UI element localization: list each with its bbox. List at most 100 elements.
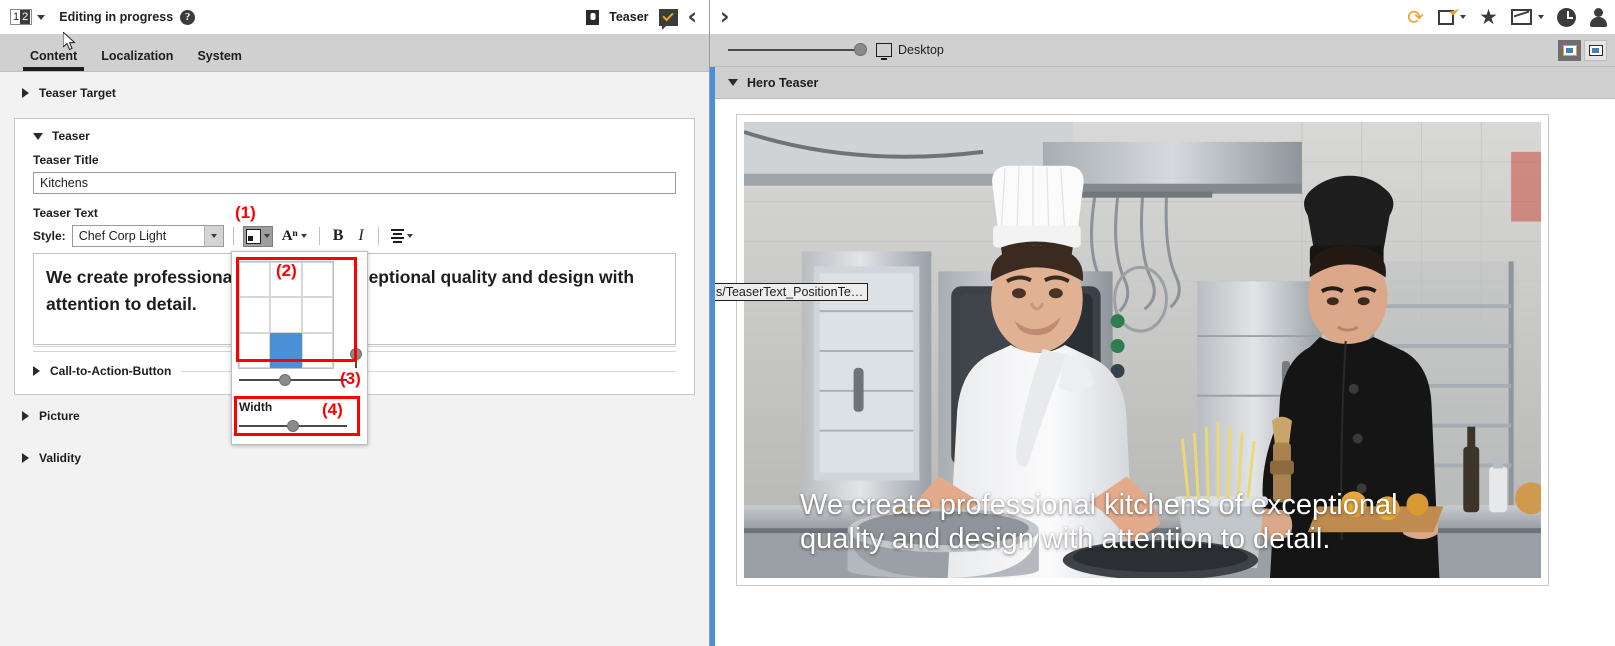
- teaser-preview-frame: We create professional kitchens of excep…: [715, 114, 1549, 586]
- horizontal-offset-slider[interactable]: [239, 374, 347, 386]
- field-path-tooltip: s/TeaserText_PositionTe…: [715, 283, 869, 301]
- style-select-value: Chef Corp Light: [78, 229, 167, 243]
- version-current: 1: [13, 11, 20, 23]
- chevron-down-icon[interactable]: [1460, 15, 1467, 19]
- position-cell-middle-center[interactable]: [270, 297, 302, 333]
- full-view-icon: [1588, 44, 1603, 56]
- tab-bar: Content Localization System: [0, 34, 709, 72]
- slider-handle[interactable]: [287, 420, 299, 432]
- font-size-button[interactable]: Aⁿ: [279, 227, 310, 245]
- toolbar-divider: [377, 227, 379, 245]
- form-pane: 12 Editing in progress ? Teaser ‹ Conten…: [0, 0, 710, 646]
- version-number-box: 12: [10, 9, 33, 25]
- position-cell-top-center[interactable]: [270, 262, 302, 298]
- form-header-actions: Teaser ‹: [586, 5, 699, 30]
- hero-overlay-text: We create professional kitchens of excep…: [800, 489, 1398, 555]
- bold-button[interactable]: B: [329, 227, 348, 245]
- width-label: Width: [239, 400, 273, 414]
- section-teaser-target-label: Teaser Target: [39, 86, 116, 100]
- style-select[interactable]: Chef Corp Light: [71, 225, 224, 247]
- chevron-right-icon: [22, 453, 29, 463]
- section-validity-label: Validity: [39, 451, 82, 465]
- bookmark-star-icon[interactable]: ★: [1479, 7, 1498, 28]
- teaser-text-label: Teaser Text: [33, 206, 98, 220]
- vertical-offset-slider[interactable]: [350, 262, 362, 368]
- help-icon[interactable]: ?: [180, 9, 196, 25]
- media-icon[interactable]: [1511, 9, 1532, 25]
- italic-button[interactable]: I: [353, 227, 368, 245]
- slider-handle[interactable]: [854, 43, 867, 56]
- full-view-button[interactable]: [1584, 39, 1607, 61]
- preview-section-hero-teaser[interactable]: Hero Teaser: [715, 67, 1615, 99]
- tab-content[interactable]: Content: [18, 49, 89, 71]
- position-cell-bottom-center[interactable]: [270, 332, 302, 368]
- view-mode-buttons: [1558, 39, 1607, 61]
- tab-localization[interactable]: Localization: [89, 49, 185, 71]
- application-window: 12 Editing in progress ? Teaser ‹ Conten…: [0, 0, 1615, 646]
- position-cell-bottom-left[interactable]: [239, 332, 271, 368]
- width-slider[interactable]: [239, 420, 347, 432]
- section-cta-label: Call-to-Action-Button: [50, 364, 172, 378]
- chevron-down-icon: [263, 234, 270, 238]
- chevron-down-icon[interactable]: [1538, 15, 1544, 19]
- chevron-down-icon: [300, 234, 307, 238]
- section-teaser-target[interactable]: Teaser Target: [0, 72, 709, 114]
- chevron-down-icon[interactable]: [203, 226, 223, 246]
- teaser-title-label: Teaser Title: [33, 153, 99, 167]
- clock-icon[interactable]: [1557, 7, 1576, 27]
- slider-track: [728, 49, 866, 51]
- toolbar-divider: [318, 227, 320, 245]
- chevron-down-icon: [33, 132, 43, 140]
- position-cell-bottom-right[interactable]: [301, 332, 333, 368]
- slider-handle[interactable]: [350, 348, 362, 361]
- next-button[interactable]: ›: [720, 5, 729, 29]
- open-external-icon[interactable]: [1438, 9, 1455, 25]
- text-position-button[interactable]: [242, 225, 273, 247]
- user-avatar-icon[interactable]: [1589, 7, 1607, 27]
- form-header: 12 Editing in progress ? Teaser ‹: [0, 0, 709, 51]
- approval-balloon-icon[interactable]: [658, 8, 678, 30]
- font-size-icon: Aⁿ: [281, 228, 298, 244]
- version-selector[interactable]: 12: [10, 9, 46, 25]
- open-external-group[interactable]: [1438, 9, 1467, 25]
- media-group[interactable]: [1511, 9, 1544, 25]
- document-type-label: Teaser: [609, 10, 649, 24]
- refresh-icon[interactable]: ⟳: [1407, 7, 1425, 27]
- chevron-right-icon: [22, 411, 29, 421]
- preview-toolbar: Desktop: [710, 34, 1615, 67]
- position-cell-middle-left[interactable]: [239, 297, 271, 333]
- teaser-title-input[interactable]: [33, 172, 676, 194]
- preview-header: › ⟳ ★: [710, 0, 1615, 34]
- section-teaser[interactable]: Teaser: [33, 129, 676, 143]
- preview-pane: › ⟳ ★ Desktop Hero Teaser We create prof…: [710, 0, 1615, 646]
- split-view-icon: [1562, 44, 1577, 56]
- position-grid[interactable]: [238, 261, 334, 369]
- document-icon: [586, 9, 600, 25]
- device-label: Desktop: [898, 43, 944, 57]
- chevron-down-icon: [728, 79, 738, 86]
- style-label: Style:: [33, 229, 66, 243]
- chevron-down-icon[interactable]: [37, 14, 46, 20]
- preview-header-actions: ⟳ ★: [1407, 7, 1607, 28]
- position-cell-top-right[interactable]: [301, 262, 333, 298]
- position-cell-top-left[interactable]: [239, 262, 271, 298]
- hero-image[interactable]: We create professional kitchens of excep…: [744, 122, 1541, 578]
- split-view-button[interactable]: [1558, 39, 1581, 61]
- version-selected: 2: [20, 10, 31, 24]
- position-cell-middle-right[interactable]: [301, 297, 333, 333]
- rich-text-toolbar: Style: Chef Corp Light Aⁿ B I: [33, 225, 676, 247]
- zoom-slider[interactable]: [728, 43, 867, 57]
- slider-handle[interactable]: [279, 374, 292, 386]
- tab-system-label: System: [197, 49, 242, 63]
- preview-canvas: We create professional kitchens of excep…: [715, 100, 1615, 646]
- tab-system[interactable]: System: [185, 49, 253, 71]
- align-button[interactable]: [388, 227, 416, 245]
- toolbar-divider: [232, 227, 234, 245]
- previous-button[interactable]: ‹: [688, 5, 697, 29]
- align-icon: [390, 229, 404, 243]
- slider-track: [239, 379, 347, 381]
- text-position-popup: Width: [231, 251, 368, 445]
- chevron-down-icon: [406, 234, 413, 238]
- tab-localization-label: Localization: [101, 49, 174, 63]
- text-position-icon: [245, 228, 261, 244]
